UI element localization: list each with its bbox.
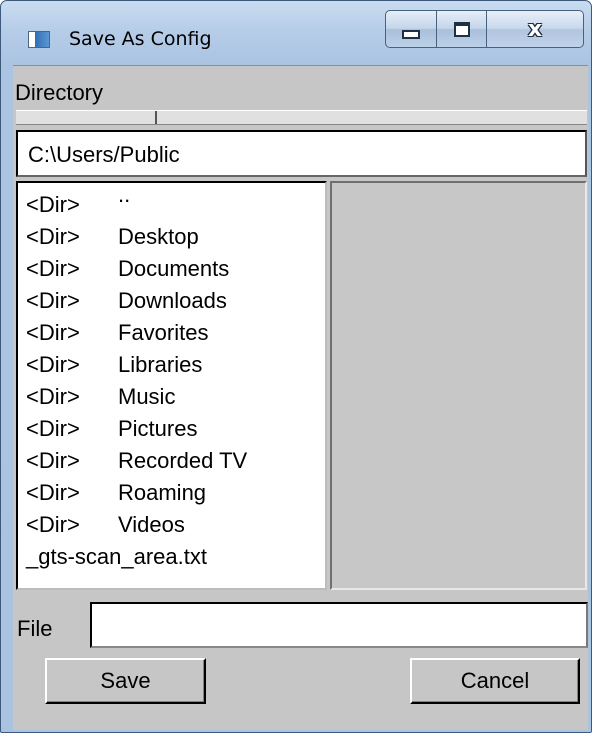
close-button[interactable]: x (486, 10, 584, 48)
dir-tag: <Dir> (26, 448, 80, 473)
window-title: Save As Config (69, 28, 212, 50)
item-name: Desktop (118, 224, 199, 249)
directory-history-bar[interactable] (16, 110, 587, 125)
list-item-libraries[interactable]: <Dir> Libraries (18, 349, 325, 381)
list-item-videos[interactable]: <Dir> Videos (18, 509, 325, 541)
dir-tag: <Dir> (26, 256, 80, 281)
directory-history-segment[interactable] (16, 111, 157, 124)
list-item-desktop[interactable]: <Dir> Desktop (18, 221, 325, 253)
file-label: File (17, 616, 53, 641)
dialog-body: Directory C:\Users/Public <Dir>.. <Dir> D… (13, 65, 588, 730)
item-name: Documents (118, 256, 230, 281)
item-name: Roaming (118, 480, 207, 505)
item-name: Favorites (118, 320, 209, 345)
item-name: Videos (118, 512, 185, 537)
item-name: Music (118, 384, 176, 409)
list-item-roaming[interactable]: <Dir> Roaming (18, 477, 325, 509)
minimize-icon (402, 29, 420, 39)
list-item-downloads[interactable]: <Dir> Downloads (18, 285, 325, 317)
item-name: _gts-scan_area.txt (26, 544, 207, 569)
maximize-button[interactable] (436, 10, 487, 48)
list-item-music[interactable]: <Dir> Music (18, 381, 325, 413)
dir-tag: <Dir> (26, 512, 80, 537)
list-item-file[interactable]: _gts-scan_area.txt (18, 541, 325, 573)
close-icon: x (527, 16, 543, 42)
directory-label: Directory (15, 80, 104, 105)
directory-path-field[interactable]: C:\Users/Public (16, 130, 587, 177)
dir-tag: <Dir> (26, 352, 80, 377)
save-button[interactable]: Save (45, 658, 206, 704)
item-name: .. (118, 182, 131, 207)
app-icon (28, 31, 50, 48)
list-item-favorites[interactable]: <Dir> Favorites (18, 317, 325, 349)
dir-tag: <Dir> (26, 288, 80, 313)
save-as-config-window: Save As Config x Directory C:\Users/Publ… (0, 0, 592, 733)
list-item-pictures[interactable]: <Dir> Pictures (18, 413, 325, 445)
item-name: Downloads (118, 288, 227, 313)
item-name: Recorded TV (118, 448, 248, 473)
title-bar[interactable]: Save As Config x (1, 1, 591, 65)
cancel-button[interactable]: Cancel (410, 658, 580, 704)
list-item-documents[interactable]: <Dir> Documents (18, 253, 325, 285)
file-browser-list[interactable]: <Dir>.. <Dir> Desktop <Dir> Documents <Dir… (16, 181, 327, 590)
maximize-icon (453, 21, 470, 37)
dir-tag: <Dir> (26, 384, 80, 409)
file-name-input[interactable] (90, 602, 588, 648)
dir-tag: <Dir> (26, 192, 80, 217)
list-item-parent-dir[interactable]: <Dir>.. (18, 182, 325, 221)
minimize-button[interactable] (385, 10, 437, 48)
item-name: Libraries (118, 352, 203, 377)
item-name: Pictures (118, 416, 198, 441)
dir-tag: <Dir> (26, 480, 80, 505)
list-item-recorded-tv[interactable]: <Dir> Recorded TV (18, 445, 325, 477)
dir-tag: <Dir> (26, 320, 80, 345)
dir-tag: <Dir> (26, 224, 80, 249)
preview-pane (330, 181, 587, 590)
dir-tag: <Dir> (26, 416, 80, 441)
